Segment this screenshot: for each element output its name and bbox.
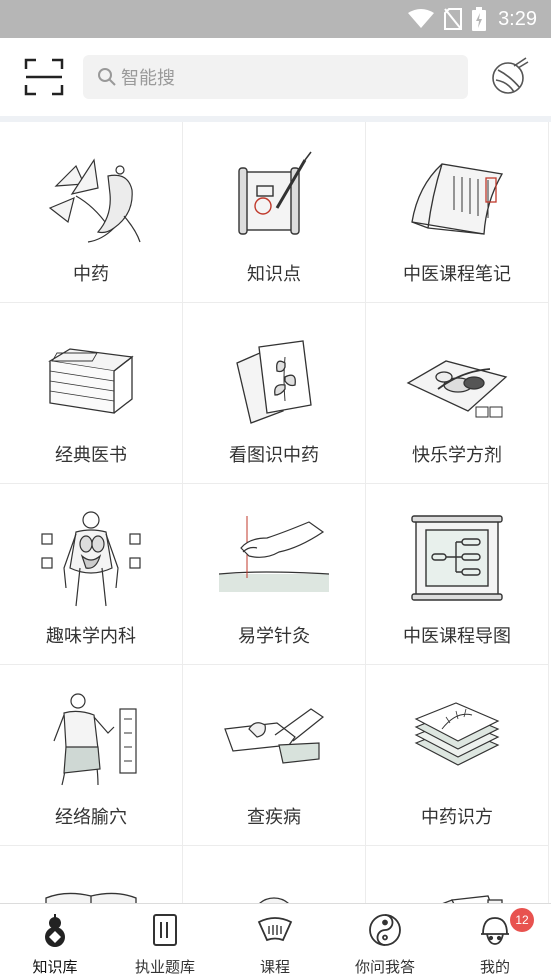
- tab-qa[interactable]: 你问我答: [330, 904, 440, 979]
- notification-badge: 12: [510, 908, 534, 932]
- tab-label: 知识库: [32, 958, 78, 976]
- grid-item-more-1[interactable]: [0, 846, 183, 903]
- tab-label: 我的: [479, 958, 510, 976]
- cards-icon: [442, 895, 503, 903]
- grid-item-knowledge-points[interactable]: 知识点: [183, 122, 366, 303]
- app-logo-button[interactable]: [490, 56, 530, 96]
- feature-grid: 中药 知识点 中医课程笔记 经典医书 看图识中药 快乐学方剂 趣味学内科 易学针…: [0, 122, 551, 903]
- grid-item-more-2[interactable]: [183, 846, 366, 903]
- open-book-notes-icon: [411, 163, 504, 235]
- grid-item-check-disease[interactable]: 查疾病: [183, 665, 366, 846]
- grid-item-course-mindmap[interactable]: 中医课程导图: [366, 484, 549, 665]
- app-logo-icon: [492, 57, 529, 94]
- prescription-leaf-icon: [414, 702, 500, 766]
- tab-label: 课程: [259, 958, 290, 976]
- fan-icon: [257, 917, 293, 942]
- grid-item-chinese-medicine[interactable]: 中药: [0, 122, 183, 303]
- search-placeholder: 智能搜: [121, 68, 175, 89]
- grid-item-acupuncture[interactable]: 易学针灸: [183, 484, 366, 665]
- grid-item-label: 中药: [73, 264, 109, 285]
- status-bar: 3:29: [0, 0, 551, 38]
- wifi-icon: [408, 9, 435, 28]
- no-sim-icon: [444, 8, 463, 30]
- tab-knowledge-base[interactable]: 知识库: [0, 904, 110, 979]
- open-book-icon: [45, 892, 137, 903]
- grid-item-internal-medicine[interactable]: 趣味学内科: [0, 484, 183, 665]
- meridian-figure-icon: [53, 693, 137, 786]
- grid-item-label: 中药识方: [421, 807, 493, 828]
- status-icons: 3:29: [408, 0, 537, 38]
- notebook-icon: [153, 914, 177, 946]
- avatar-icon: [481, 917, 509, 945]
- header: 智能搜: [0, 38, 551, 116]
- grid-item-more-3[interactable]: [366, 846, 549, 903]
- tab-exam-bank[interactable]: 执业题库: [110, 904, 220, 979]
- pulse-diagnosis-icon: [224, 708, 325, 764]
- acupuncture-needle-icon: [219, 516, 329, 592]
- stacked-books-icon: [48, 348, 134, 414]
- grid-item-classic-books[interactable]: 经典医书: [0, 303, 183, 484]
- mind-map-scroll-icon: [411, 515, 503, 601]
- grid-item-happy-formulas[interactable]: 快乐学方剂: [366, 303, 549, 484]
- grid-item-label: 易学针灸: [238, 626, 310, 647]
- grid-item-label: 经络腧穴: [55, 807, 127, 828]
- search-icon: [98, 68, 116, 86]
- anatomy-figure-icon: [41, 511, 141, 607]
- grid-item-meridians-acupoints[interactable]: 经络腧穴: [0, 665, 183, 846]
- tab-label: 执业题库: [134, 958, 195, 976]
- scroll-brush-icon: [238, 151, 312, 235]
- grid-item-label: 快乐学方剂: [412, 445, 502, 466]
- tab-mine[interactable]: 12 我的: [440, 904, 550, 979]
- tab-label: 你问我答: [354, 958, 415, 976]
- grid-item-label: 中医课程导图: [403, 626, 511, 647]
- status-time: 3:29: [498, 7, 537, 30]
- grid-item-label: 知识点: [247, 264, 301, 285]
- gourd-icon: [45, 914, 65, 947]
- tab-courses[interactable]: 课程: [220, 904, 330, 979]
- grid-item-label: 经典医书: [55, 445, 127, 466]
- grid-item-label: 中医课程笔记: [403, 264, 511, 285]
- herb-cards-icon: [236, 340, 312, 424]
- scan-icon: [24, 58, 64, 96]
- grid-item-label: 趣味学内科: [46, 626, 136, 647]
- grid-item-course-notes[interactable]: 中医课程笔记: [366, 122, 549, 303]
- grid-item-label: 查疾病: [247, 807, 301, 828]
- ginseng-herb-icon: [48, 158, 141, 243]
- grid-item-label: 看图识中药: [229, 445, 319, 466]
- battery-charging-icon: [472, 7, 487, 31]
- scan-button[interactable]: [24, 58, 64, 96]
- grid-item-herb-prescription[interactable]: 中药识方: [366, 665, 549, 846]
- yin-yang-icon: [369, 914, 401, 946]
- herbal-formula-icon: [406, 360, 508, 418]
- bottom-tab-bar: 知识库 执业题库 课程 你问我答 12 我的: [0, 903, 551, 979]
- search-input[interactable]: 智能搜: [83, 55, 468, 99]
- grid-item-identify-herbs[interactable]: 看图识中药: [183, 303, 366, 484]
- round-seal-icon: [259, 897, 289, 903]
